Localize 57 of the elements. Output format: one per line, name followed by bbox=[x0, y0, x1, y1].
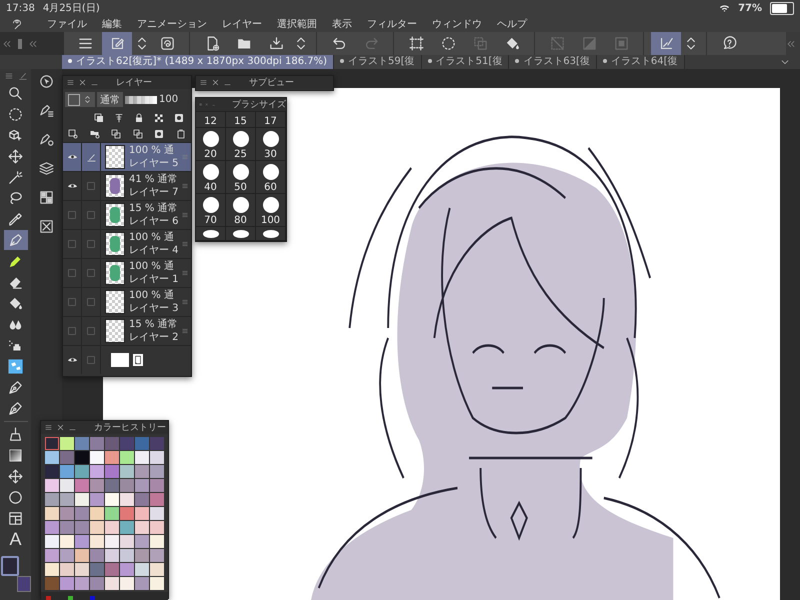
battery-percent: 77% bbox=[738, 2, 762, 14]
menu-item[interactable]: ファイル bbox=[47, 17, 87, 31]
brush-size-option[interactable]: 15 bbox=[226, 112, 256, 128]
menu-item[interactable]: レイヤー bbox=[222, 17, 262, 31]
brush-size-option[interactable]: 40 bbox=[196, 161, 226, 194]
layer-opacity: 15 % 通常 bbox=[129, 318, 179, 331]
brush-size-option[interactable]: 50 bbox=[226, 161, 256, 194]
menu-item[interactable]: 表示 bbox=[332, 17, 352, 31]
opacity-value: 100 bbox=[159, 94, 178, 105]
menu-item[interactable]: 選択範囲 bbox=[277, 17, 317, 31]
text-tool[interactable]: A bbox=[4, 529, 28, 549]
document-tab[interactable]: イラスト63[復 bbox=[509, 55, 597, 69]
brush-size-option[interactable]: 60 bbox=[256, 161, 286, 194]
document-tab[interactable]: イラスト51[復 bbox=[422, 55, 510, 69]
menu-item[interactable]: ウィンドウ bbox=[432, 17, 482, 31]
layer-name: レイヤー 4 bbox=[129, 244, 180, 257]
layer-opacity: 41 % 通常 bbox=[129, 173, 179, 186]
layer-opacity: 100 % 通 bbox=[129, 260, 175, 273]
layer-name: レイヤー 5 bbox=[129, 157, 180, 170]
date-text: 4月25日(日) bbox=[42, 2, 100, 15]
panel-title: レイヤー bbox=[116, 77, 152, 89]
brush-size-option[interactable]: 25 bbox=[226, 128, 256, 161]
layer-name: レイヤー 6 bbox=[129, 215, 180, 228]
layer-row[interactable]: 100 % 通 レイヤー 3 bbox=[63, 287, 191, 316]
layer-name: レイヤー 2 bbox=[129, 331, 180, 344]
brush-size-option[interactable]: 70 bbox=[196, 194, 226, 227]
document-tab[interactable]: イラスト64[復 bbox=[596, 55, 685, 69]
layer-opacity: 100 % 通 bbox=[129, 289, 175, 302]
layer-row[interactable]: 15 % 通常 レイヤー 2 bbox=[63, 316, 191, 345]
menu-item[interactable]: ヘルプ bbox=[497, 17, 527, 31]
document-tab[interactable]: イラスト62[復元]* (1489 x 1870px 300dpi 186.7%) bbox=[62, 55, 334, 69]
brush-size-option[interactable]: 20 bbox=[196, 128, 226, 161]
document-tab[interactable]: イラスト59[復 bbox=[334, 55, 422, 69]
brush-size-option[interactable]: 100 bbox=[256, 194, 286, 227]
layer-row[interactable]: 100 % 通 レイヤー 4 bbox=[63, 229, 191, 258]
blend-mode-dropdown[interactable]: 通常 bbox=[97, 92, 123, 107]
brush-size-option[interactable]: 12 bbox=[196, 112, 226, 128]
layer-row[interactable]: 41 % 通常 レイヤー 7 bbox=[63, 171, 191, 200]
layer-row[interactable]: 100 % 通 レイヤー 5 bbox=[63, 142, 191, 171]
layer-name: レイヤー 3 bbox=[129, 302, 180, 315]
layer-opacity: 100 % 通 bbox=[129, 231, 175, 244]
brush-size-option[interactable]: 80 bbox=[226, 194, 256, 227]
layer-name: レイヤー 1 bbox=[129, 273, 180, 286]
layer-name: レイヤー 7 bbox=[129, 186, 180, 199]
menu-item[interactable]: アニメーション bbox=[137, 17, 207, 31]
menu-item[interactable]: 編集 bbox=[102, 17, 122, 31]
panel-title: ブラシサイズ bbox=[232, 98, 286, 111]
panel-title: カラーヒストリー bbox=[94, 422, 166, 434]
brush-size-option[interactable]: 17 bbox=[256, 112, 286, 128]
panel-title: サブビュー bbox=[249, 76, 294, 89]
clock-time: 17:38 bbox=[6, 2, 35, 14]
layer-row[interactable]: 100 % 通 レイヤー 1 bbox=[63, 258, 191, 287]
layer-opacity: 100 % 通 bbox=[129, 144, 175, 157]
menu-item[interactable]: フィルター bbox=[367, 17, 417, 31]
layer-row[interactable]: 15 % 通常 レイヤー 6 bbox=[63, 200, 191, 229]
layer-opacity: 15 % 通常 bbox=[129, 202, 179, 215]
brush-size-option[interactable]: 30 bbox=[256, 128, 286, 161]
